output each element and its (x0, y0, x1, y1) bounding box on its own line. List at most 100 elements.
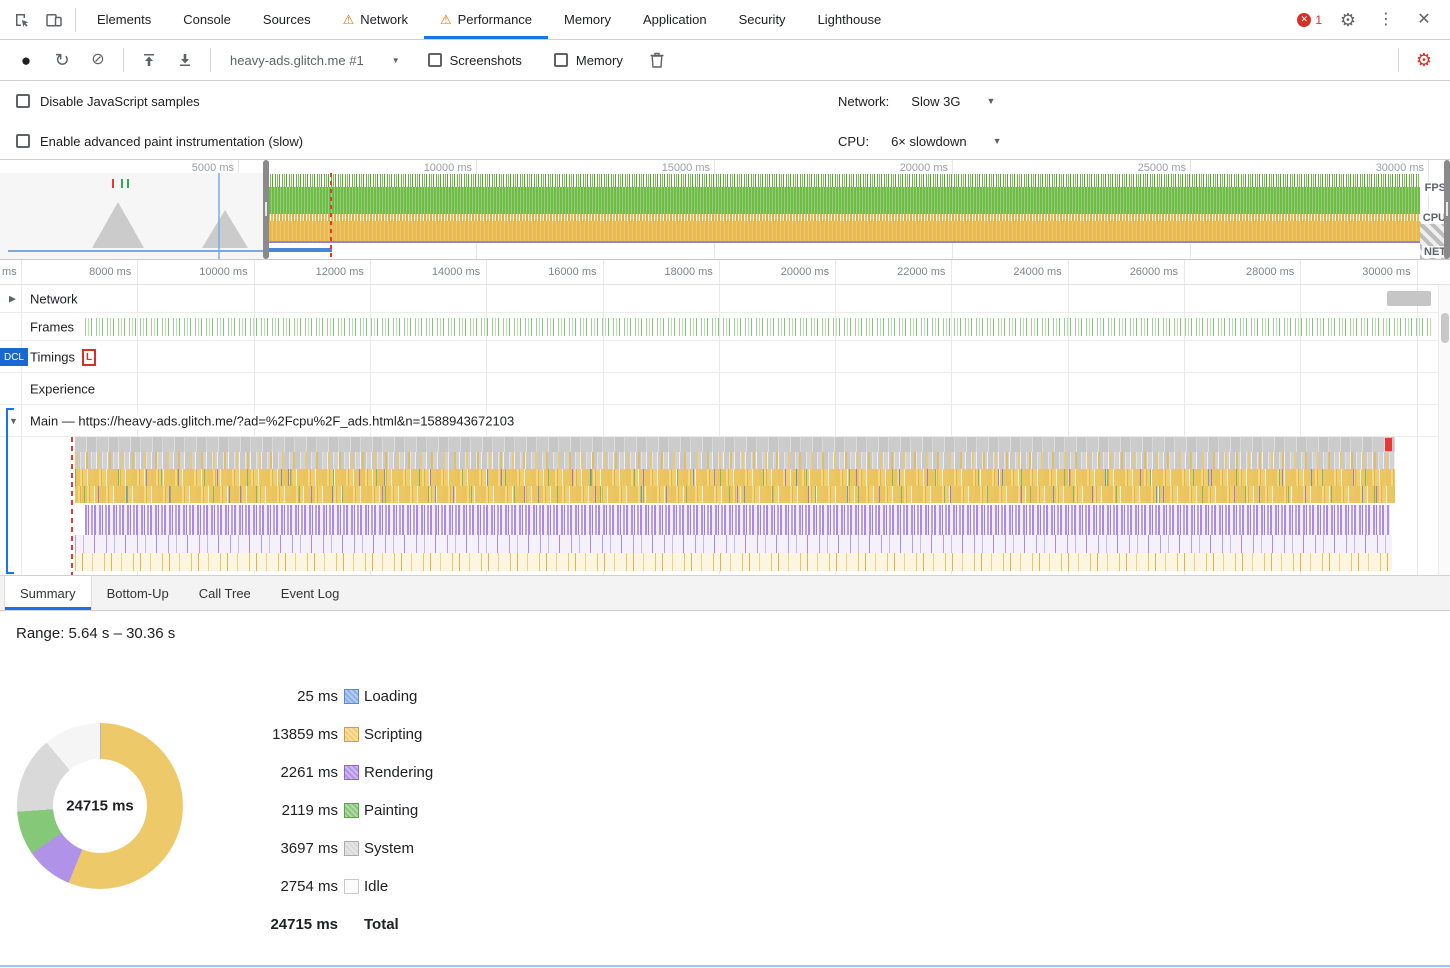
legend-row-system: 3697 ms System (228, 829, 433, 867)
vertical-scrollbar[interactable] (1438, 285, 1450, 575)
devtools-window: Elements Console Sources ⚠Network ⚠Perfo… (0, 0, 1450, 968)
tab-label: Elements (97, 12, 151, 27)
long-task-red-segment (1385, 438, 1392, 451)
save-profile-button[interactable] (169, 45, 201, 75)
error-count-badge[interactable]: ✕ 1 (1293, 13, 1326, 27)
screenshots-checkbox[interactable] (428, 53, 442, 67)
tab-application[interactable]: Application (627, 0, 723, 39)
record-button[interactable]: ● (10, 45, 42, 75)
legend-time: 3697 ms (228, 840, 338, 857)
option-row-js-samples: Disable JavaScript samples Network: Slow… (0, 81, 1450, 121)
scrollbar-thumb[interactable] (1441, 313, 1449, 343)
more-vert-icon: ⋮ (1378, 12, 1394, 28)
device-toolbar-icon (45, 11, 63, 29)
trash-icon (649, 51, 665, 69)
overview-load-marker (330, 173, 332, 260)
profile-select[interactable]: heavy-ads.glitch.me #1 ▼ (220, 53, 410, 68)
settings-button[interactable]: ⚙ (1332, 5, 1364, 35)
flame-row-scripting (75, 469, 1395, 486)
track-experience: Experience (0, 373, 1450, 405)
network-track-scrollbar[interactable] (1387, 291, 1431, 306)
main-flame-chart[interactable] (0, 437, 1450, 575)
option-row-paint: Enable advanced paint instrumentation (s… (0, 121, 1450, 161)
drawer-resize-accent[interactable] (0, 965, 1450, 967)
paint-instrumentation-label: Enable advanced paint instrumentation (s… (40, 134, 303, 149)
capture-settings-button[interactable]: ⚙ (1408, 45, 1440, 75)
flame-row-mixed (75, 452, 1395, 469)
overview-tick-label: 10000 ms (394, 162, 472, 174)
tab-label: Network (360, 12, 408, 27)
close-devtools-button[interactable]: ✕ (1408, 5, 1440, 35)
overview-dcl-marker (218, 173, 220, 260)
overview-left-handle[interactable] (263, 160, 269, 259)
network-throttle-select[interactable]: Network: Slow 3G ▼ (838, 81, 995, 121)
tabbar-right-controls: ✕ 1 ⚙ ⋮ ✕ (1293, 5, 1450, 35)
toolbar-divider (123, 48, 124, 72)
clear-recording-button[interactable]: ⊘ (82, 45, 114, 75)
ruler-tick-label: 10000 ms (166, 266, 248, 278)
timeline-ruler: ms 8000 ms10000 ms12000 ms14000 ms16000 … (0, 260, 1450, 285)
ruler-tick-label: 26000 ms (1096, 266, 1178, 278)
summary-panel: Range: 5.64 s – 30.36 s 24715 ms 25 ms L… (0, 611, 1450, 968)
track-main-header[interactable]: ▼ Main — https://heavy-ads.glitch.me/?ad… (0, 405, 1450, 437)
tab-call-tree[interactable]: Call Tree (184, 576, 266, 610)
memory-checkbox[interactable] (554, 53, 568, 67)
dtab-label: Summary (20, 586, 76, 601)
load-profile-button[interactable] (133, 45, 165, 75)
tab-network[interactable]: ⚠Network (327, 0, 424, 39)
experience-track-label: Experience (30, 381, 99, 396)
disable-js-samples-label: Disable JavaScript samples (40, 94, 200, 109)
ruler-tick-label: 20000 ms (747, 266, 829, 278)
idle-swatch (344, 879, 359, 894)
tab-security[interactable]: Security (723, 0, 802, 39)
disable-js-samples-checkbox[interactable] (16, 94, 30, 108)
dcl-marker[interactable]: DCL (0, 348, 28, 366)
tab-label: Sources (263, 12, 311, 27)
tab-sources[interactable]: Sources (247, 0, 327, 39)
delete-recording-button[interactable] (641, 45, 673, 75)
overview-net-segment (268, 248, 332, 252)
reload-and-record-button[interactable]: ↻ (46, 45, 78, 75)
tab-performance[interactable]: ⚠Performance (424, 0, 548, 39)
chevron-down-icon: ▼ (392, 56, 400, 65)
chevron-down-icon: ▼ (993, 136, 1002, 146)
tab-elements[interactable]: Elements (81, 0, 167, 39)
legend-row-loading: 25 ms Loading (228, 677, 433, 715)
frames-activity[interactable] (85, 318, 1432, 336)
toolbar-divider (210, 48, 211, 72)
flame-row-sparse-rendering (75, 535, 1392, 553)
load-event-marker[interactable]: L (82, 349, 96, 366)
device-toolbar-button[interactable] (38, 5, 70, 35)
more-options-button[interactable]: ⋮ (1370, 5, 1402, 35)
tab-lighthouse[interactable]: Lighthouse (802, 0, 898, 39)
expand-arrow-icon[interactable]: ▼ (9, 416, 18, 426)
timeline-overview[interactable]: FPS CPU NET 5000 ms10000 ms15000 ms20000… (0, 160, 1450, 260)
ruler-tick-label: 30000 ms (1329, 266, 1411, 278)
flame-row-rendering (85, 505, 1390, 535)
tab-label: Security (739, 12, 786, 27)
legend-time: 13859 ms (228, 726, 338, 743)
chevron-down-icon: ▼ (986, 96, 995, 106)
memory-label: Memory (576, 53, 623, 68)
legend-label: Rendering (364, 764, 433, 781)
ruler-tick-label: 24000 ms (980, 266, 1062, 278)
overview-right-handle[interactable] (1444, 160, 1450, 259)
ruler-tick-label: 28000 ms (1212, 266, 1294, 278)
paint-instrumentation-checkbox[interactable] (16, 134, 30, 148)
collapse-arrow-icon[interactable]: ▶ (9, 293, 16, 304)
legend-label: Painting (364, 802, 433, 819)
tab-event-log[interactable]: Event Log (266, 576, 355, 610)
tab-console[interactable]: Console (167, 0, 247, 39)
overview-cpu-hump (202, 210, 248, 248)
inspect-element-button[interactable] (6, 5, 38, 35)
cpu-throttle-select[interactable]: CPU: 6× slowdown ▼ (838, 121, 1002, 161)
ruler-tick-label: 14000 ms (398, 266, 480, 278)
performance-toolbar: ● ↻ ⊘ heavy-ads.glitch.me #1 ▼ Screensho… (0, 40, 1450, 81)
record-icon: ● (21, 52, 31, 69)
legend-time: 2119 ms (228, 802, 338, 819)
tab-memory[interactable]: Memory (548, 0, 627, 39)
fps-area (268, 187, 1420, 214)
tab-bottom-up[interactable]: Bottom-Up (92, 576, 184, 610)
tab-summary[interactable]: Summary (4, 576, 92, 610)
overview-cpu-chart (268, 214, 1420, 245)
